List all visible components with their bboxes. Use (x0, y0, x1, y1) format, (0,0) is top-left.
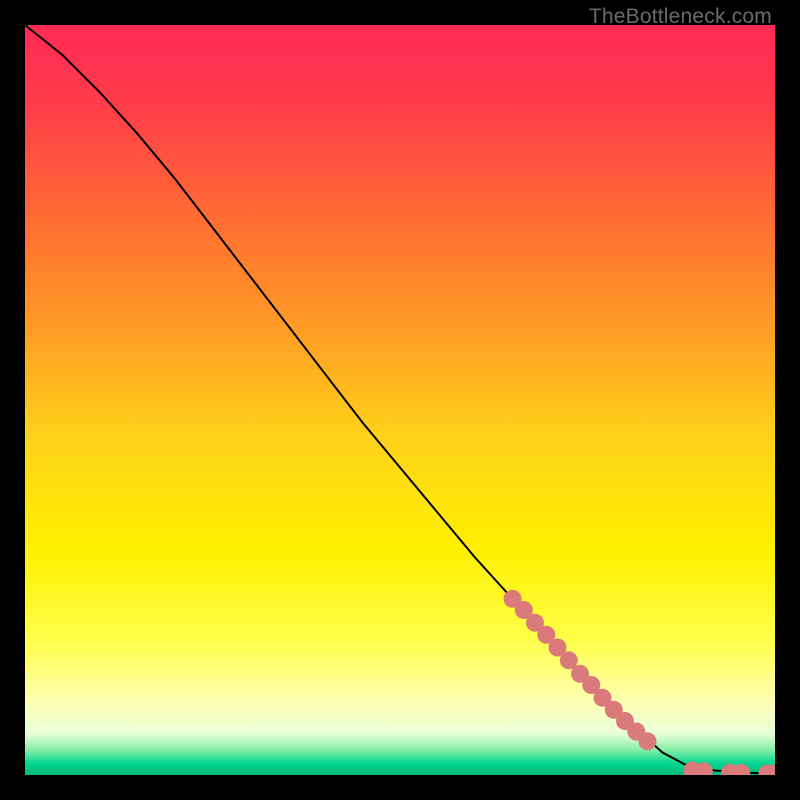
data-markers (504, 590, 776, 775)
curve-layer (25, 25, 775, 775)
stage: TheBottleneck.com (0, 0, 800, 800)
plot-area (25, 25, 775, 775)
data-point (639, 732, 657, 750)
bottleneck-curve (25, 25, 775, 774)
